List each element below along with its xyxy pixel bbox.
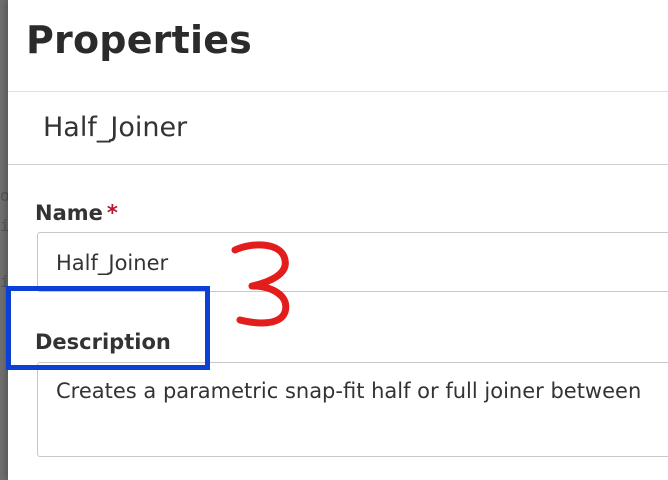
annotation-highlight-box xyxy=(6,286,210,370)
description-textarea[interactable]: Creates a parametric snap-fit half or fu… xyxy=(37,362,668,457)
screenshot-stage: o i i Properties Half_Joiner Name * Half_… xyxy=(0,0,668,480)
background-editor-strip xyxy=(0,0,8,480)
header-divider xyxy=(8,91,668,92)
panel-title: Properties xyxy=(26,18,252,62)
section-divider xyxy=(8,164,668,165)
properties-panel: Properties Half_Joiner Name * Half_Joiner… xyxy=(8,0,668,480)
feature-title: Half_Joiner xyxy=(43,112,188,143)
name-input[interactable]: Half_Joiner xyxy=(37,232,668,292)
name-field-label: Name * xyxy=(35,201,118,225)
annotation-step-number xyxy=(231,241,290,327)
step-number-three-stroke xyxy=(231,241,290,327)
name-label-text: Name xyxy=(35,201,103,225)
required-marker: * xyxy=(106,201,118,225)
